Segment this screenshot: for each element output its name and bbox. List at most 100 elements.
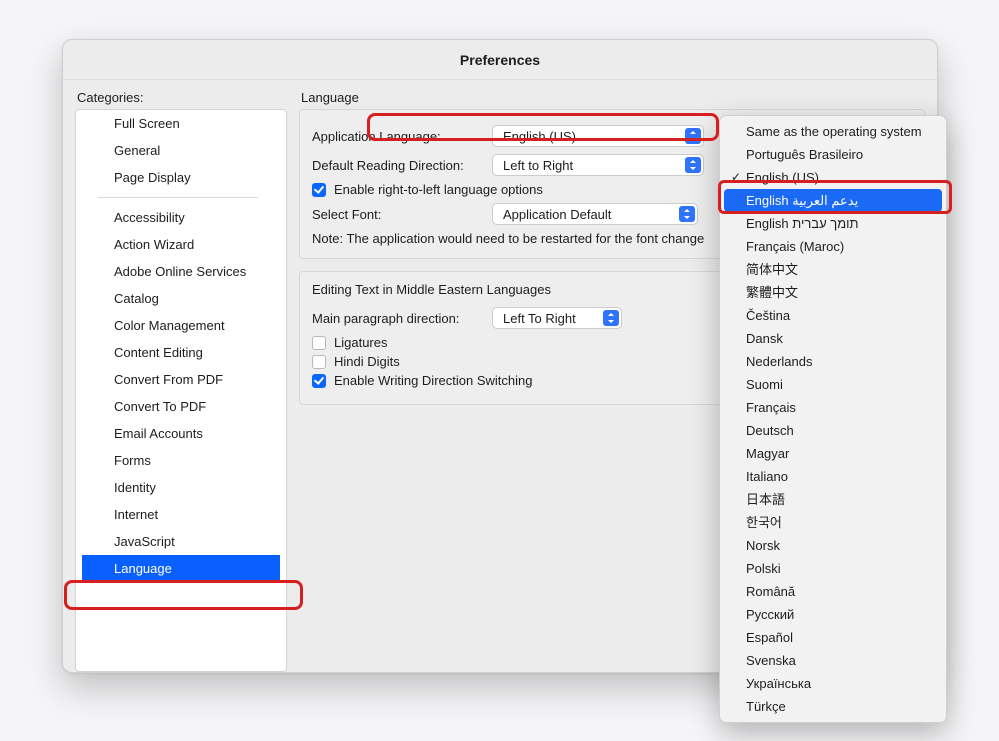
chevron-updown-icon	[685, 128, 701, 144]
menu-item[interactable]: Français	[724, 396, 942, 419]
menu-item-label: Čeština	[746, 308, 790, 323]
category-item[interactable]: General	[76, 137, 286, 164]
ligatures-label: Ligatures	[334, 335, 387, 350]
menu-item[interactable]: Svenska	[724, 649, 942, 672]
menu-item[interactable]: English يدعم العربية	[724, 189, 942, 212]
category-item[interactable]: Action Wizard	[76, 231, 286, 258]
menu-item-label: Nederlands	[746, 354, 813, 369]
menu-item-label: Magyar	[746, 446, 789, 461]
app-language-label: Application Language:	[312, 129, 482, 144]
menu-item-label: English (US)	[746, 170, 819, 185]
menu-item[interactable]: Magyar	[724, 442, 942, 465]
checkbox-icon	[312, 374, 326, 388]
menu-item[interactable]: Français (Maroc)	[724, 235, 942, 258]
menu-item[interactable]: Português Brasileiro	[724, 143, 942, 166]
reading-direction-select[interactable]: Left to Right	[492, 154, 704, 176]
menu-item-label: Română	[746, 584, 795, 599]
menu-item[interactable]: Same as the operating system	[724, 120, 942, 143]
categories-label: Categories:	[75, 88, 287, 109]
app-language-select[interactable]: English (US)	[492, 125, 704, 147]
menu-item-label: Svenska	[746, 653, 796, 668]
category-item[interactable]: Accessibility	[76, 204, 286, 231]
category-item[interactable]: Catalog	[76, 285, 286, 312]
menu-item[interactable]: ✓ English (US)	[724, 166, 942, 189]
menu-item[interactable]: Dansk	[724, 327, 942, 350]
category-item[interactable]: Adobe Online Services	[76, 258, 286, 285]
select-font-label: Select Font:	[312, 207, 482, 222]
menu-item-label: Español	[746, 630, 793, 645]
category-separator	[98, 197, 258, 198]
paragraph-direction-label: Main paragraph direction:	[312, 311, 482, 326]
menu-item-label: Suomi	[746, 377, 783, 392]
menu-item[interactable]: Українська	[724, 672, 942, 695]
category-item[interactable]: Internet	[76, 501, 286, 528]
menu-item-label: Norsk	[746, 538, 780, 553]
menu-item-label: Русский	[746, 607, 794, 622]
category-item[interactable]: Full Screen	[76, 110, 286, 137]
menu-item-label: Polski	[746, 561, 781, 576]
menu-item[interactable]: Русский	[724, 603, 942, 626]
menu-item[interactable]: Čeština	[724, 304, 942, 327]
select-font-value: Application Default	[503, 207, 611, 222]
category-item[interactable]: Content Editing	[76, 339, 286, 366]
menu-item[interactable]: 简体中文	[724, 258, 942, 281]
writing-direction-switch-label: Enable Writing Direction Switching	[334, 373, 532, 388]
menu-item[interactable]: Norsk	[724, 534, 942, 557]
menu-item[interactable]: Italiano	[724, 465, 942, 488]
menu-item-label: Dansk	[746, 331, 783, 346]
menu-item-label: English תומך עברית	[746, 216, 858, 231]
app-language-value: English (US)	[503, 129, 576, 144]
menu-item-label: Türkçe	[746, 699, 786, 714]
paragraph-direction-select[interactable]: Left To Right	[492, 307, 622, 329]
checkbox-icon	[312, 355, 326, 369]
menu-item[interactable]: English תומך עברית	[724, 212, 942, 235]
category-item[interactable]: Forms	[76, 447, 286, 474]
menu-item-label: Italiano	[746, 469, 788, 484]
category-item[interactable]: Convert From PDF	[76, 366, 286, 393]
checkmark-icon: ✓	[731, 169, 741, 186]
chevron-updown-icon	[685, 157, 701, 173]
menu-item[interactable]: Türkçe	[724, 695, 942, 718]
reading-direction-label: Default Reading Direction:	[312, 158, 482, 173]
menu-item[interactable]: 한국어	[724, 511, 942, 534]
window-titlebar: Preferences	[63, 40, 937, 80]
app-language-menu[interactable]: Same as the operating system Português Br…	[719, 115, 947, 723]
menu-item-label: 繁體中文	[746, 285, 798, 300]
menu-item-label: 한국어	[746, 515, 782, 530]
menu-item[interactable]: Suomi	[724, 373, 942, 396]
checkbox-icon	[312, 183, 326, 197]
menu-item[interactable]: Română	[724, 580, 942, 603]
select-font-select[interactable]: Application Default	[492, 203, 698, 225]
menu-item-label: Deutsch	[746, 423, 794, 438]
menu-item-label: Same as the operating system	[746, 124, 922, 139]
panel-heading: Language	[299, 88, 925, 109]
menu-item-label: Français (Maroc)	[746, 239, 844, 254]
menu-item-label: Français	[746, 400, 796, 415]
category-item[interactable]: Email Accounts	[76, 420, 286, 447]
checkbox-icon	[312, 336, 326, 350]
reading-direction-value: Left to Right	[503, 158, 573, 173]
categories-list[interactable]: Full ScreenGeneralPage Display Accessibil…	[75, 109, 287, 672]
rtl-options-label: Enable right-to-left language options	[334, 182, 543, 197]
category-item[interactable]: Page Display	[76, 164, 286, 191]
menu-item[interactable]: 日本語	[724, 488, 942, 511]
menu-item[interactable]: Deutsch	[724, 419, 942, 442]
category-item[interactable]: Identity	[76, 474, 286, 501]
menu-item[interactable]: Polski	[724, 557, 942, 580]
menu-item[interactable]: Español	[724, 626, 942, 649]
menu-item-label: Українська	[746, 676, 811, 691]
category-item[interactable]: JavaScript	[76, 528, 286, 555]
menu-item-label: English يدعم العربية	[746, 193, 858, 208]
category-item[interactable]: Language	[82, 555, 280, 582]
menu-item-label: Português Brasileiro	[746, 147, 863, 162]
menu-item-label: 简体中文	[746, 262, 798, 277]
paragraph-direction-value: Left To Right	[503, 311, 576, 326]
menu-item[interactable]: 繁體中文	[724, 281, 942, 304]
menu-item-label: 日本語	[746, 492, 785, 507]
category-item[interactable]: Convert To PDF	[76, 393, 286, 420]
category-item[interactable]: Color Management	[76, 312, 286, 339]
chevron-updown-icon	[603, 310, 619, 326]
window-title: Preferences	[460, 52, 540, 68]
hindi-digits-label: Hindi Digits	[334, 354, 400, 369]
menu-item[interactable]: Nederlands	[724, 350, 942, 373]
